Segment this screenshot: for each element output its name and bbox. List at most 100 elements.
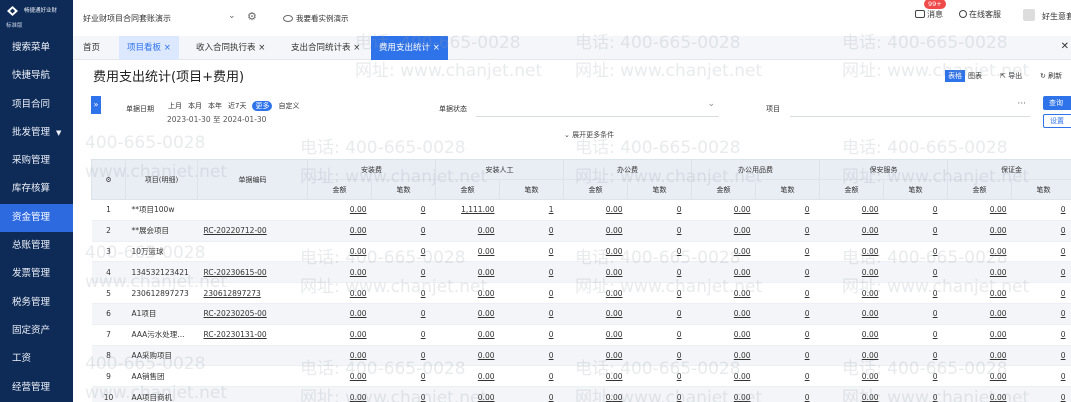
sidebar-item[interactable]: 采购管理 xyxy=(0,147,73,175)
count-cell[interactable]: 0 xyxy=(755,365,820,388)
document-code-link[interactable]: RC-20230205-00 xyxy=(204,309,267,318)
document-code[interactable] xyxy=(197,241,308,263)
messages-button[interactable]: 消息 xyxy=(915,9,943,20)
count-cell-link[interactable]: 0 xyxy=(1061,205,1066,214)
count-cell-link[interactable]: 0 xyxy=(677,351,682,360)
count-cell-link[interactable]: 0 xyxy=(933,309,938,318)
count-cell[interactable]: 0 xyxy=(1011,365,1071,388)
tab-expense-contract[interactable]: 支出合同统计表 × xyxy=(283,36,368,60)
count-cell-link[interactable]: 0 xyxy=(805,309,810,318)
count-cell[interactable]: 0 xyxy=(371,365,436,388)
amount-cell-link[interactable]: 0.00 xyxy=(734,372,751,381)
amount-cell-link[interactable]: 0.00 xyxy=(862,330,879,339)
count-cell[interactable]: 0 xyxy=(627,345,692,367)
sidebar-item[interactable]: 总账管理 xyxy=(0,232,73,260)
amount-cell[interactable]: 0.00 xyxy=(435,241,500,263)
amount-cell[interactable]: 0.00 xyxy=(435,261,500,284)
table-row[interactable]: 2 **展会项目 RC-20220712-00 0.00 0 0.00 0 0.00 0 0.00… xyxy=(91,220,1071,242)
sidebar-item[interactable]: 快捷导航 xyxy=(0,62,73,90)
amount-cell-link[interactable]: 0.00 xyxy=(478,372,495,381)
document-code[interactable]: 230612897273 xyxy=(197,282,308,304)
count-cell[interactable]: 0 xyxy=(627,303,692,325)
amount-cell-link[interactable]: 0.00 xyxy=(862,205,879,214)
amount-cell[interactable]: 0.00 xyxy=(947,241,1012,263)
amount-cell[interactable]: 0.00 xyxy=(819,282,884,304)
amount-cell-link[interactable]: 0.00 xyxy=(606,330,623,339)
count-cell[interactable]: 0 xyxy=(1011,261,1071,284)
amount-cell[interactable]: 0.00 xyxy=(947,386,1012,402)
count-cell[interactable]: 0 xyxy=(755,282,820,304)
count-cell[interactable]: 0 xyxy=(627,282,692,304)
amount-cell-link[interactable]: 0.00 xyxy=(606,309,623,318)
amount-cell-link[interactable]: 0.00 xyxy=(478,393,495,402)
table-row[interactable]: 8 AA采购项目 0.00 0 0.00 0 0.00 0 0.00 0 0.00 0 0.00 0 xyxy=(91,345,1071,367)
close-icon[interactable]: × xyxy=(353,43,360,53)
count-cell[interactable]: 0 xyxy=(883,303,948,325)
amount-cell[interactable]: 0.00 xyxy=(307,345,372,367)
count-cell-link[interactable]: 0 xyxy=(421,289,426,298)
amount-cell[interactable]: 0.00 xyxy=(947,365,1012,388)
count-cell-link[interactable]: 0 xyxy=(549,309,554,318)
amount-cell[interactable]: 0.00 xyxy=(307,261,372,284)
count-cell-link[interactable]: 0 xyxy=(549,351,554,360)
gear-icon[interactable]: ⚙ xyxy=(247,10,257,23)
count-cell-link[interactable]: 0 xyxy=(933,372,938,381)
amount-cell[interactable]: 0.00 xyxy=(307,241,372,263)
amount-cell[interactable]: 1,111.00 xyxy=(435,199,500,221)
count-cell-link[interactable]: 0 xyxy=(933,351,938,360)
count-cell[interactable]: 0 xyxy=(499,365,564,388)
count-cell-link[interactable]: 0 xyxy=(1061,289,1066,298)
table-row[interactable]: 9 AA销售团 0.00 0 0.00 0 0.00 0 0.00 0 0.00 0 0.00 0 xyxy=(91,365,1071,388)
amount-cell[interactable]: 0.00 xyxy=(435,324,500,346)
sidebar-item[interactable]: 搜索菜单 xyxy=(0,34,73,62)
amount-cell[interactable]: 0.00 xyxy=(691,261,756,284)
amount-cell-link[interactable]: 0.00 xyxy=(734,351,751,360)
amount-cell[interactable]: 0.00 xyxy=(563,345,628,367)
amount-cell[interactable]: 0.00 xyxy=(947,261,1012,284)
amount-cell[interactable]: 0.00 xyxy=(691,303,756,325)
count-cell-link[interactable]: 1 xyxy=(549,205,554,214)
amount-cell-link[interactable]: 0.00 xyxy=(990,330,1007,339)
count-cell[interactable]: 0 xyxy=(1011,324,1071,346)
amount-cell[interactable]: 0.00 xyxy=(563,324,628,346)
document-code[interactable]: RC-20230205-00 xyxy=(197,303,308,325)
tab-expense-stats[interactable]: 费用支出统计 × xyxy=(371,36,448,60)
amount-cell-link[interactable]: 0.00 xyxy=(606,226,623,235)
amount-cell-link[interactable]: 0.00 xyxy=(862,247,879,256)
count-cell[interactable]: 0 xyxy=(499,241,564,263)
amount-cell[interactable]: 0.00 xyxy=(563,261,628,284)
count-cell-link[interactable]: 0 xyxy=(421,393,426,402)
count-cell-link[interactable]: 0 xyxy=(1061,393,1066,402)
chart-view-button[interactable]: 图表 xyxy=(965,70,985,82)
amount-cell[interactable]: 0.00 xyxy=(947,345,1012,367)
amount-cell-link[interactable]: 0.00 xyxy=(990,226,1007,235)
table-row[interactable]: 7 AAA污水处理... RC-20230131-00 0.00 0 0.00 0 0.00 0… xyxy=(91,324,1071,346)
count-cell[interactable]: 0 xyxy=(371,220,436,242)
header-code[interactable]: 单据编码 xyxy=(197,159,308,200)
sidebar-item[interactable]: 资金管理 xyxy=(0,203,73,233)
amount-cell-link[interactable]: 0.00 xyxy=(734,226,751,235)
project-input[interactable]: ··· xyxy=(790,97,1030,117)
amount-cell-link[interactable]: 0.00 xyxy=(350,351,367,360)
count-cell[interactable]: 0 xyxy=(627,261,692,284)
amount-cell-link[interactable]: 0.00 xyxy=(990,372,1007,381)
count-cell-link[interactable]: 0 xyxy=(677,247,682,256)
count-cell-link[interactable]: 0 xyxy=(421,372,426,381)
amount-cell[interactable]: 0.00 xyxy=(691,241,756,263)
count-cell[interactable]: 0 xyxy=(1011,386,1071,402)
amount-cell-link[interactable]: 0.00 xyxy=(734,330,751,339)
count-cell[interactable]: 0 xyxy=(499,386,564,402)
count-cell-link[interactable]: 0 xyxy=(805,268,810,277)
amount-cell-link[interactable]: 0.00 xyxy=(734,205,751,214)
amount-cell-link[interactable]: 0.00 xyxy=(350,205,367,214)
amount-cell-link[interactable]: 0.00 xyxy=(734,268,751,277)
document-code-link[interactable]: RC-20230131-00 xyxy=(204,330,267,339)
amount-cell[interactable]: 0.00 xyxy=(435,386,500,402)
header-amount[interactable]: 金额 xyxy=(691,179,756,200)
count-cell-link[interactable]: 0 xyxy=(805,289,810,298)
amount-cell-link[interactable]: 0.00 xyxy=(478,247,495,256)
count-cell[interactable]: 0 xyxy=(499,303,564,325)
count-cell-link[interactable]: 0 xyxy=(933,226,938,235)
count-cell[interactable]: 0 xyxy=(755,345,820,367)
amount-cell[interactable]: 0.00 xyxy=(435,345,500,367)
